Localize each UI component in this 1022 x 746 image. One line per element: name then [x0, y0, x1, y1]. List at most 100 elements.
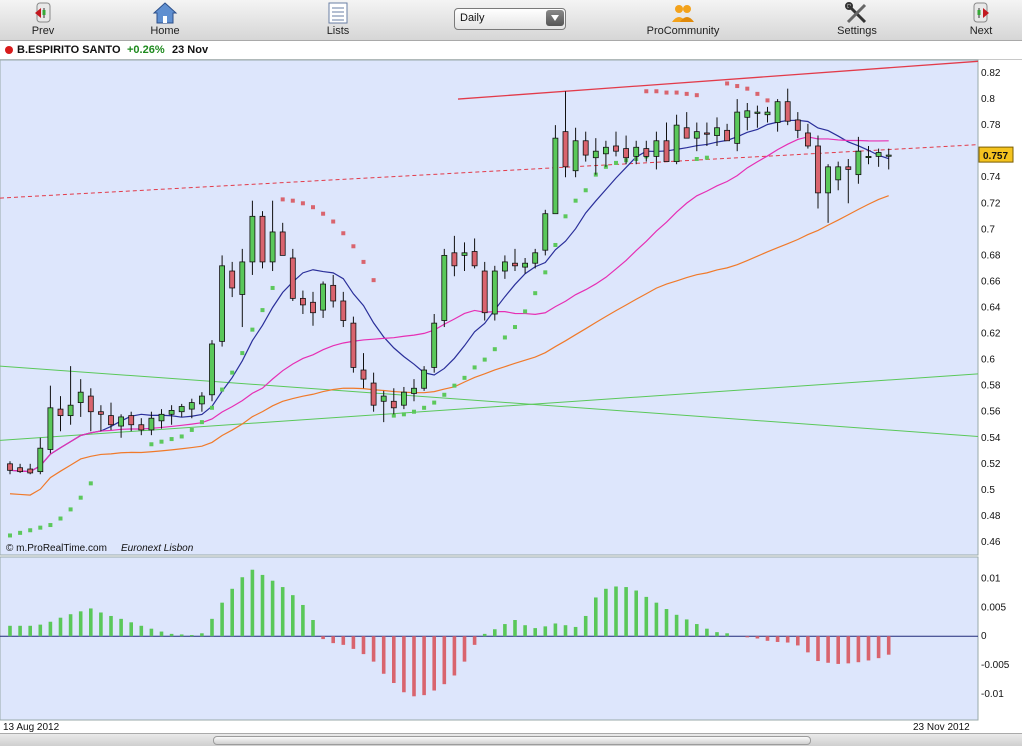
candle — [491, 265, 498, 321]
histogram-bar — [240, 577, 245, 637]
histogram-bar — [301, 604, 305, 637]
sar-dot — [745, 86, 750, 91]
sar-dot — [38, 525, 43, 530]
candle-body — [188, 402, 195, 410]
histogram-bar — [129, 622, 133, 637]
sar-dot — [300, 201, 305, 206]
candle-body — [754, 111, 761, 114]
sar-dot — [189, 427, 194, 432]
y-axis-ticks: 0.820.80.780.760.740.720.70.680.660.640.… — [981, 68, 1010, 700]
indicator-tick-label: 0 — [981, 631, 987, 642]
histogram-bar — [523, 625, 527, 637]
candle-body — [330, 284, 337, 302]
candle-body — [340, 300, 347, 321]
histogram-bar — [573, 626, 578, 637]
price-tick-label: 0.74 — [981, 172, 1001, 183]
candle-body — [108, 415, 114, 426]
histogram-bar — [836, 636, 840, 664]
histogram-bar — [765, 636, 770, 641]
price-tick-label: 0.54 — [981, 433, 1001, 444]
histogram-bar — [856, 636, 861, 663]
sar-dot — [351, 244, 356, 249]
candle-body — [603, 146, 609, 155]
histogram-bar — [331, 636, 335, 644]
x-axis-end-label: 23 Nov 2012 — [913, 722, 970, 733]
indicator-panel[interactable] — [0, 556, 979, 721]
histogram-bar — [482, 633, 487, 637]
histogram-bar — [785, 636, 790, 643]
sar-dot — [644, 89, 649, 94]
sar-dot — [341, 231, 346, 236]
candle-body — [875, 152, 882, 157]
histogram-bar — [594, 597, 598, 637]
sar-dot — [533, 291, 538, 296]
sar-dot — [88, 481, 93, 486]
sar-dot — [260, 308, 265, 313]
histogram-bar — [371, 636, 376, 662]
histogram-bar — [260, 574, 265, 637]
price-panel[interactable] — [0, 59, 979, 556]
candle — [259, 211, 266, 269]
candle-body — [239, 261, 246, 295]
chart-area[interactable]: 0.820.80.780.760.740.720.70.680.660.640.… — [0, 0, 1022, 733]
sar-dot — [199, 420, 204, 425]
price-tick-label: 0.5 — [981, 485, 995, 496]
candle-body — [421, 369, 428, 389]
histogram-bar — [624, 587, 628, 637]
candle-body — [774, 101, 781, 123]
sar-dot — [442, 392, 447, 397]
candle-body — [411, 387, 417, 394]
price-tick-label: 0.56 — [981, 407, 1001, 418]
histogram-bar — [169, 633, 174, 637]
candle-body — [259, 215, 266, 263]
sar-dot — [694, 93, 699, 98]
sar-dot — [563, 214, 568, 219]
histogram-bar — [321, 636, 325, 640]
candle — [552, 125, 559, 215]
candle-body — [249, 215, 256, 263]
candle — [219, 255, 226, 347]
candle-body — [865, 155, 872, 158]
histogram-bar — [351, 636, 356, 649]
candle-body — [845, 166, 852, 170]
sar-dot — [684, 91, 689, 96]
histogram-bar — [583, 615, 588, 637]
histogram-bar — [513, 620, 517, 637]
sar-dot — [432, 400, 437, 405]
sar-dot — [725, 81, 730, 86]
last-price-marker: 0.757 — [978, 146, 1014, 163]
horizontal-scrollbar[interactable] — [0, 733, 1022, 746]
candle-body — [663, 140, 670, 163]
indicator-tick-label: 0.01 — [981, 573, 1001, 584]
sar-dot — [58, 516, 63, 521]
candle-body — [77, 391, 84, 403]
sar-dot — [18, 530, 23, 535]
histogram-bar — [38, 624, 43, 637]
candle-body — [98, 411, 104, 415]
candle-body — [633, 146, 640, 157]
sar-dot — [240, 351, 245, 356]
price-tick-label: 0.82 — [981, 68, 1001, 79]
sar-dot — [230, 370, 235, 375]
candle-body — [209, 343, 215, 396]
candle-body — [683, 127, 690, 139]
candle-body — [471, 251, 478, 267]
histogram-bar — [99, 612, 103, 637]
sar-dot — [674, 90, 679, 95]
candle-body — [380, 395, 387, 402]
candle-body — [350, 322, 357, 368]
histogram-bar — [695, 624, 699, 637]
histogram-bar — [755, 636, 760, 639]
histogram-bar — [432, 636, 436, 691]
candle-body — [138, 424, 145, 431]
candle-body — [451, 252, 458, 267]
scrollbar-thumb[interactable] — [213, 736, 811, 745]
histogram-bar — [190, 635, 194, 637]
price-tick-label: 0.78 — [981, 120, 1001, 131]
candle-body — [229, 270, 236, 289]
indicator-tick-label: 0.005 — [981, 602, 1006, 613]
histogram-bar — [78, 611, 83, 637]
candle-body — [825, 166, 831, 194]
histogram-bar — [604, 588, 608, 637]
candle-body — [47, 407, 54, 450]
